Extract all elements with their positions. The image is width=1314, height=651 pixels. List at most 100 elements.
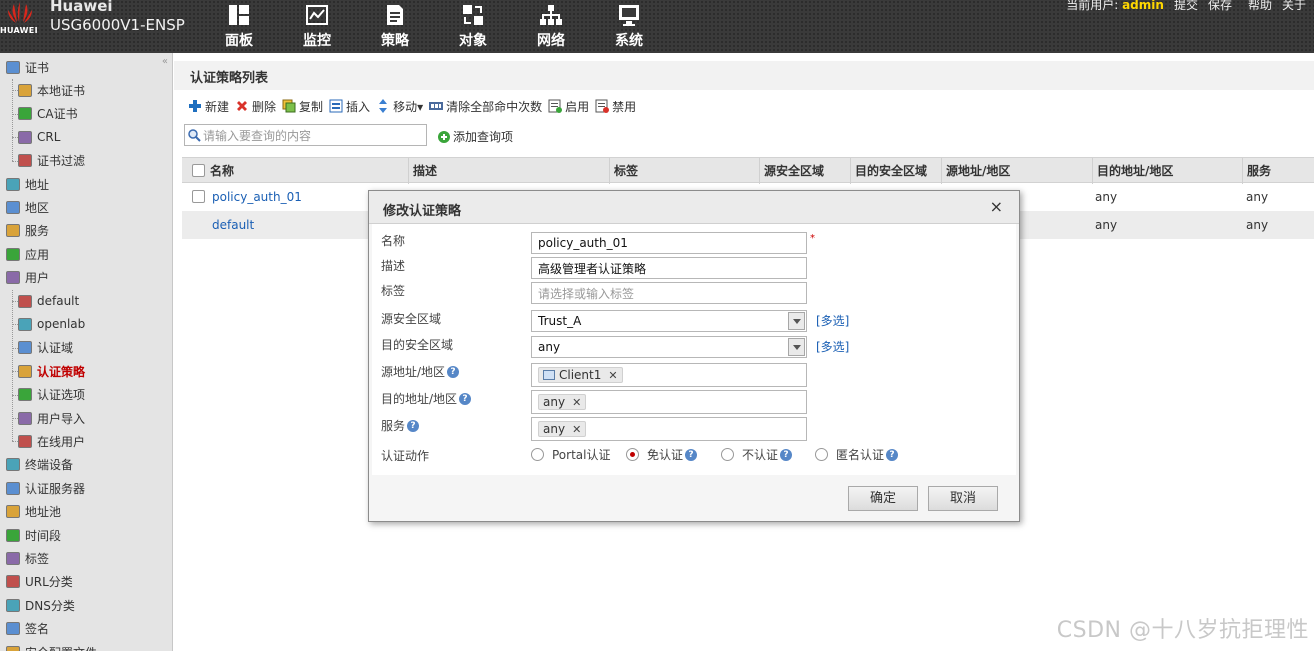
- delete-button[interactable]: 删除: [235, 98, 276, 115]
- sidebar-item[interactable]: URL分类: [6, 571, 73, 593]
- cancel-button[interactable]: 取消: [928, 486, 998, 511]
- sidebar-collapse-icon[interactable]: «: [162, 56, 168, 67]
- enable-button[interactable]: 启用: [548, 98, 589, 115]
- dst-zone-select[interactable]: any: [531, 336, 807, 358]
- nav-object[interactable]: 对象: [434, 0, 512, 53]
- insert-icon: [329, 99, 343, 113]
- nav-system[interactable]: 系统: [590, 0, 668, 53]
- sidebar-item[interactable]: 应用: [6, 243, 49, 265]
- sidebar-item[interactable]: 服务: [6, 220, 49, 242]
- radio-anonymous[interactable]: 匿名认证?: [815, 446, 899, 463]
- plus-icon: [189, 100, 201, 112]
- sidebar-item[interactable]: CA证书: [18, 103, 78, 125]
- src-zone-select[interactable]: Trust_A: [531, 310, 807, 332]
- radio-button[interactable]: [815, 448, 828, 461]
- new-button[interactable]: 新建: [188, 98, 229, 115]
- sidebar-item[interactable]: 证书: [6, 56, 49, 78]
- sidebar-item[interactable]: 认证选项: [18, 384, 85, 406]
- clear-hits-button[interactable]: 清除全部命中次数: [429, 98, 542, 115]
- select-all-checkbox[interactable]: [192, 164, 205, 177]
- sidebar-item[interactable]: 本地证书: [18, 79, 85, 101]
- help-link[interactable]: 帮助: [1248, 0, 1272, 13]
- radio-skip-auth[interactable]: 不认证?: [721, 446, 793, 463]
- nav-policy[interactable]: 策略: [356, 0, 434, 53]
- search-input[interactable]: 请输入要查询的内容: [184, 124, 427, 146]
- sidebar-item[interactable]: 用户导入: [18, 407, 85, 429]
- col-tag[interactable]: 标签: [609, 158, 757, 184]
- sidebar-item[interactable]: openlab: [18, 313, 85, 335]
- disable-button[interactable]: 禁用: [595, 98, 636, 115]
- close-icon[interactable]: ×: [990, 197, 1003, 216]
- col-dst-zone[interactable]: 目的安全区域: [850, 158, 938, 184]
- sidebar-item[interactable]: 证书过滤: [18, 150, 85, 172]
- sidebar-item[interactable]: 认证策略: [18, 360, 85, 382]
- radio-portal[interactable]: Portal认证: [531, 446, 610, 463]
- sidebar-item-label: 证书过滤: [37, 154, 86, 169]
- col-service[interactable]: 服务: [1242, 158, 1312, 184]
- sidebar-item[interactable]: 地址池: [6, 501, 61, 523]
- add-query-button[interactable]: 添加查询项: [438, 128, 513, 145]
- row-name[interactable]: default: [208, 211, 254, 239]
- about-link[interactable]: 关于: [1282, 0, 1306, 13]
- dst-addr-input[interactable]: any ✕: [531, 390, 807, 414]
- help-icon[interactable]: ?: [886, 448, 899, 461]
- sidebar-item-label: 认证策略: [37, 364, 86, 379]
- row-name[interactable]: policy_auth_01: [208, 183, 302, 211]
- remove-tag-icon[interactable]: ✕: [572, 396, 581, 409]
- sidebar-item[interactable]: 地址: [6, 173, 49, 195]
- help-icon[interactable]: ?: [780, 448, 793, 461]
- sidebar-item[interactable]: 标签: [6, 547, 49, 569]
- move-button[interactable]: 移动▾: [376, 98, 423, 115]
- service-input[interactable]: any ✕: [531, 417, 807, 441]
- sidebar-item[interactable]: 签名: [6, 618, 49, 640]
- src-addr-input[interactable]: Client1 ✕: [531, 363, 807, 387]
- sidebar-item[interactable]: 认证服务器: [6, 477, 85, 499]
- save-link[interactable]: 保存: [1208, 0, 1232, 13]
- remove-tag-icon[interactable]: ✕: [608, 369, 617, 382]
- radio-button[interactable]: [531, 448, 544, 461]
- sidebar-item-label: 认证域: [37, 341, 74, 356]
- radio-no-auth[interactable]: 免认证?: [626, 446, 698, 463]
- sidebar-item[interactable]: 安全配置文件: [6, 641, 97, 651]
- copy-button[interactable]: 复制: [282, 98, 323, 115]
- sidebar-item[interactable]: 时间段: [6, 524, 61, 546]
- src-zone-multi-link[interactable]: [多选]: [816, 312, 849, 329]
- tag-input[interactable]: 请选择或输入标签: [531, 282, 807, 304]
- row-checkbox[interactable]: [192, 190, 205, 203]
- sidebar-item[interactable]: 在线用户: [18, 430, 85, 452]
- move-button-label: 移动▾: [393, 99, 424, 114]
- sidebar-item-icon: [18, 388, 32, 402]
- help-icon[interactable]: ?: [447, 365, 460, 378]
- col-src-addr[interactable]: 源地址/地区: [941, 158, 1089, 184]
- radio-button[interactable]: [721, 448, 734, 461]
- help-icon[interactable]: ?: [685, 448, 698, 461]
- radio-button-selected[interactable]: [626, 448, 639, 461]
- sidebar-item[interactable]: CRL: [18, 126, 60, 148]
- ok-button[interactable]: 确定: [848, 486, 918, 511]
- col-dst-addr[interactable]: 目的地址/地区: [1092, 158, 1240, 184]
- sidebar-item-icon: [6, 271, 20, 285]
- insert-button[interactable]: 插入: [329, 98, 370, 115]
- nav-dashboard[interactable]: 面板: [200, 0, 278, 53]
- chevron-down-icon[interactable]: [788, 312, 805, 330]
- dst-zone-multi-link[interactable]: [多选]: [816, 338, 849, 355]
- commit-link[interactable]: 提交: [1174, 0, 1198, 13]
- col-name[interactable]: 名称: [206, 158, 406, 184]
- chevron-down-icon[interactable]: [788, 338, 805, 356]
- sidebar-item[interactable]: 用户: [6, 267, 49, 289]
- nav-monitor[interactable]: 监控: [278, 0, 356, 53]
- col-src-zone[interactable]: 源安全区域: [759, 158, 847, 184]
- sidebar-item[interactable]: 终端设备: [6, 454, 73, 476]
- sidebar-item[interactable]: default: [18, 290, 79, 312]
- name-input[interactable]: policy_auth_01: [531, 232, 807, 254]
- remove-tag-icon[interactable]: ✕: [572, 423, 581, 436]
- col-description[interactable]: 描述: [408, 158, 608, 184]
- sidebar-item[interactable]: 认证域: [18, 337, 73, 359]
- nav-network[interactable]: 网络: [512, 0, 590, 53]
- sidebar-item[interactable]: 地区: [6, 196, 49, 218]
- delete-button-label: 删除: [252, 99, 277, 114]
- sidebar-item[interactable]: DNS分类: [6, 594, 75, 616]
- description-input[interactable]: 高级管理者认证策略: [531, 257, 807, 279]
- help-icon[interactable]: ?: [459, 392, 472, 405]
- help-icon[interactable]: ?: [407, 419, 420, 432]
